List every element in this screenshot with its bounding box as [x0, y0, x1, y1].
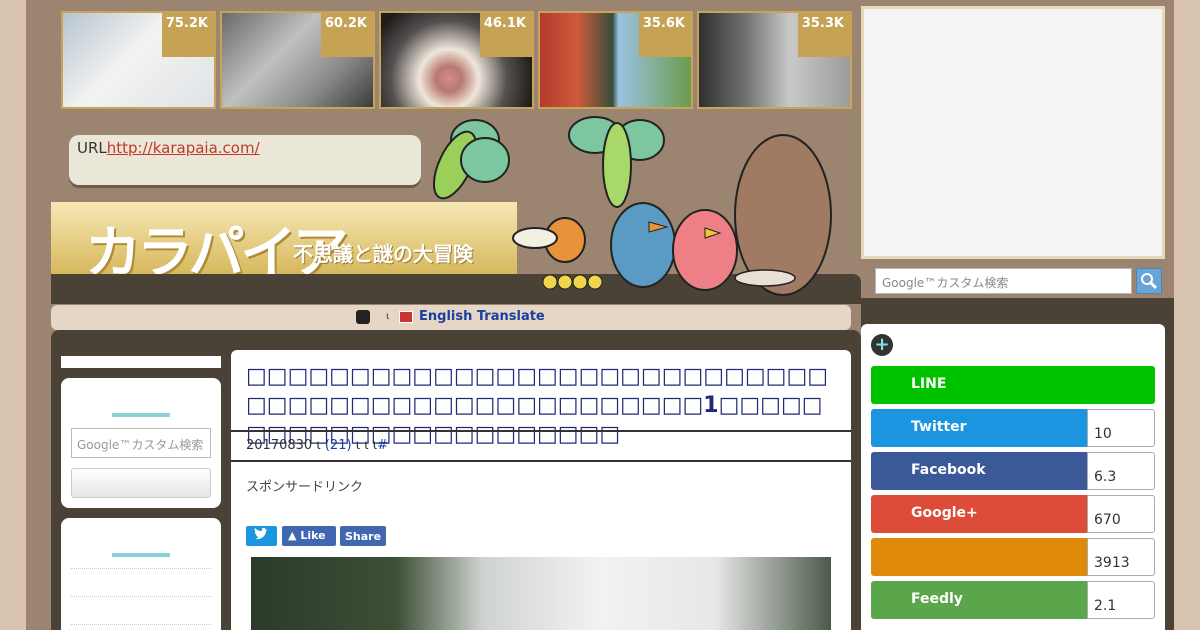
facebook-like-button[interactable]: ▲ Like: [282, 526, 336, 546]
widget-heading-bar: [112, 553, 170, 557]
facebook-share-button[interactable]: Share: [340, 526, 386, 546]
translate-bar: ι English Translate: [51, 305, 851, 330]
header-search-input[interactable]: Google™カスタム検索: [875, 268, 1132, 294]
twitter-count: 10: [1087, 409, 1155, 447]
widget-heading-bar: [112, 413, 170, 417]
twitter-bird-icon: [254, 527, 268, 540]
view-count-badge: 75.2K: [162, 13, 214, 57]
ad-placeholder: [861, 6, 1165, 259]
list-divider: [71, 624, 211, 625]
thumbnail-1[interactable]: 75.2K: [61, 11, 216, 109]
view-count-badge: 60.2K: [321, 13, 373, 57]
article-date: 20170830: [246, 438, 313, 453]
left-list-widget: [61, 518, 221, 630]
view-count-badge: 35.3K: [798, 13, 850, 57]
thumbnail-2[interactable]: 60.2K: [220, 11, 375, 109]
share-feedly[interactable]: Feedly 2.1: [871, 581, 1155, 619]
line-label: LINE: [871, 366, 1155, 404]
site-url-link[interactable]: http://karapaia.com/: [107, 139, 260, 157]
mascot-characters-icon: [432, 116, 832, 296]
view-count-badge: 35.6K: [639, 13, 691, 57]
article-meta: 20170830 ι (21) ι ι ι#: [231, 430, 851, 462]
article-title-number: 1: [703, 393, 719, 418]
list-divider: [71, 596, 211, 597]
twitter-label: Twitter: [871, 409, 1088, 447]
list-divider: [71, 568, 211, 569]
thumbnail-3[interactable]: 46.1K: [379, 11, 534, 109]
english-translate-link[interactable]: English Translate: [419, 309, 545, 324]
search-button[interactable]: [1136, 268, 1162, 294]
thumbnail-5[interactable]: 35.3K: [697, 11, 852, 109]
share-facebook[interactable]: Facebook 6.3: [871, 452, 1155, 490]
feedly-count: 2.1: [1087, 581, 1155, 619]
social-share-panel: + LINE Twitter 10 Facebook 6.3 Google+ 6…: [861, 324, 1165, 630]
like-label: Like: [300, 529, 326, 542]
article-photo-truck: [251, 557, 831, 630]
translate-separator: ι: [386, 311, 390, 322]
feedly-label: Feedly: [871, 581, 1088, 619]
share-hatena[interactable]: 3913: [871, 538, 1155, 576]
share-twitter[interactable]: Twitter 10: [871, 409, 1155, 447]
popular-thumbnails: 75.2K 60.2K 46.1K 35.6K 35.3K: [61, 11, 853, 109]
hatena-count: 3913: [1087, 538, 1155, 576]
share-line[interactable]: LINE: [871, 366, 1155, 404]
meta-separator: ι ι: [355, 438, 369, 453]
article: □□□□□□□□□□□□□□□□□□□□□□□□□□□□□□□□□□□□□□□□…: [231, 350, 851, 630]
view-count-badge: 46.1K: [480, 13, 532, 57]
left-sidebar-top: [61, 356, 221, 368]
permalink-hash[interactable]: #: [377, 438, 388, 453]
sidebar-search-button[interactable]: [71, 468, 211, 498]
thumbs-up-icon: ▲: [288, 529, 297, 542]
tweet-button[interactable]: [246, 526, 277, 546]
share-googleplus[interactable]: Google+ 670: [871, 495, 1155, 533]
left-search-widget: Google™カスタム検索: [61, 378, 221, 508]
uk-flag-icon: [399, 311, 413, 323]
hatena-label: [871, 538, 1088, 576]
sponsored-link-label: スポンサードリンク: [246, 480, 364, 495]
sidebar-search-input[interactable]: Google™カスタム検索: [71, 428, 211, 458]
plus-icon[interactable]: +: [871, 334, 893, 356]
site-url-box: URLhttp://karapaia.com/: [69, 135, 421, 185]
comment-count-link[interactable]: (21): [325, 438, 352, 453]
url-label: URL: [77, 139, 107, 157]
googleplus-label: Google+: [871, 495, 1088, 533]
googleplus-count: 670: [1087, 495, 1155, 533]
facebook-count: 6.3: [1087, 452, 1155, 490]
translate-globe-icon[interactable]: [356, 310, 370, 324]
facebook-label: Facebook: [871, 452, 1088, 490]
thumbnail-4[interactable]: 35.6K: [538, 11, 693, 109]
meta-separator: ι: [316, 438, 321, 453]
search-icon: [1141, 273, 1158, 290]
